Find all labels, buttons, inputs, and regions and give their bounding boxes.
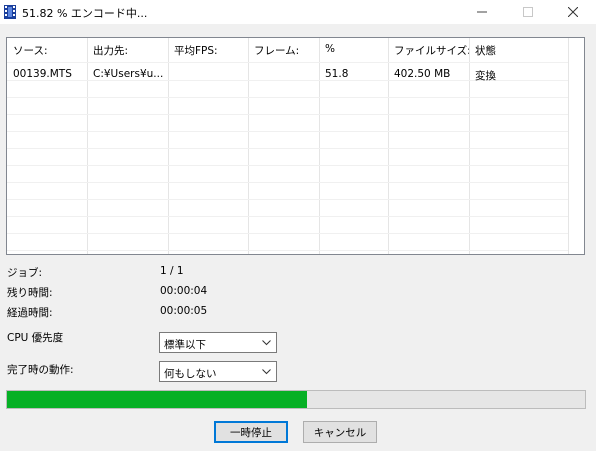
- remaining-time-label: 残り時間:: [7, 287, 53, 299]
- cell-file-size: 402.50 MB: [394, 68, 451, 80]
- cell-output: C:¥Users¥u...: [93, 68, 164, 80]
- minimize-button[interactable]: [459, 0, 505, 24]
- row-divider: [7, 114, 568, 115]
- cpu-priority-value: 標準以下: [164, 339, 206, 351]
- row-divider: [7, 233, 568, 234]
- row-divider: [7, 182, 568, 183]
- row-divider: [7, 62, 568, 63]
- title-bar: 51.82 % エンコード中...: [0, 0, 596, 24]
- row-divider: [7, 250, 568, 251]
- row-divider: [7, 97, 568, 98]
- column-header-frames[interactable]: フレーム:: [248, 38, 319, 62]
- cell-status: 変換: [475, 70, 496, 82]
- progress-fill: [7, 391, 307, 408]
- close-button[interactable]: [550, 0, 596, 24]
- on-complete-value: 何もしない: [164, 368, 217, 380]
- cpu-priority-select[interactable]: 標準以下: [159, 332, 277, 353]
- column-header-percent[interactable]: %: [319, 38, 388, 62]
- column-divider: [388, 38, 389, 254]
- row-divider: [7, 148, 568, 149]
- maximize-icon: [523, 7, 533, 17]
- row-divider: [7, 199, 568, 200]
- column-header-status[interactable]: 状態: [469, 38, 569, 62]
- remaining-time-value: 00:00:04: [160, 285, 208, 297]
- row-divider: [7, 165, 568, 166]
- elapsed-time-label: 経過時間:: [7, 307, 53, 319]
- cancel-button[interactable]: キャンセル: [303, 421, 377, 443]
- column-divider: [168, 38, 169, 254]
- close-icon: [568, 7, 578, 17]
- cell-source: 00139.MTS: [13, 68, 72, 80]
- column-divider: [87, 38, 88, 254]
- minimize-icon: [477, 11, 487, 13]
- column-header-avg-fps[interactable]: 平均FPS:: [168, 38, 248, 62]
- encode-progress-bar: [6, 390, 586, 409]
- row-divider: [7, 216, 568, 217]
- row-divider: [7, 131, 568, 132]
- column-header-source[interactable]: ソース:: [7, 38, 87, 62]
- pause-button[interactable]: 一時停止: [214, 421, 288, 443]
- job-label: ジョブ:: [7, 267, 43, 279]
- column-divider: [568, 38, 569, 254]
- chevron-down-icon: [262, 340, 271, 346]
- cpu-priority-label: CPU 優先度: [7, 332, 64, 344]
- on-complete-select[interactable]: 何もしない: [159, 361, 277, 382]
- column-header-output[interactable]: 出力先:: [87, 38, 168, 62]
- maximize-button[interactable]: [505, 0, 551, 24]
- column-divider: [469, 38, 470, 254]
- window-title: 51.82 % エンコード中...: [22, 7, 148, 20]
- chevron-down-icon: [262, 369, 271, 375]
- column-header-file-size[interactable]: ファイルサイズ:: [388, 38, 471, 62]
- job-value: 1 / 1: [160, 265, 184, 277]
- cell-percent: 51.8: [325, 68, 349, 80]
- on-complete-label: 完了時の動作:: [7, 364, 74, 376]
- column-divider: [319, 38, 320, 254]
- job-list[interactable]: ソース: 出力先: 平均FPS: フレーム: % ファイルサイズ: 状態 001…: [6, 37, 585, 255]
- column-divider: [248, 38, 249, 254]
- film-strip-icon: [4, 5, 16, 19]
- elapsed-time-value: 00:00:05: [160, 305, 208, 317]
